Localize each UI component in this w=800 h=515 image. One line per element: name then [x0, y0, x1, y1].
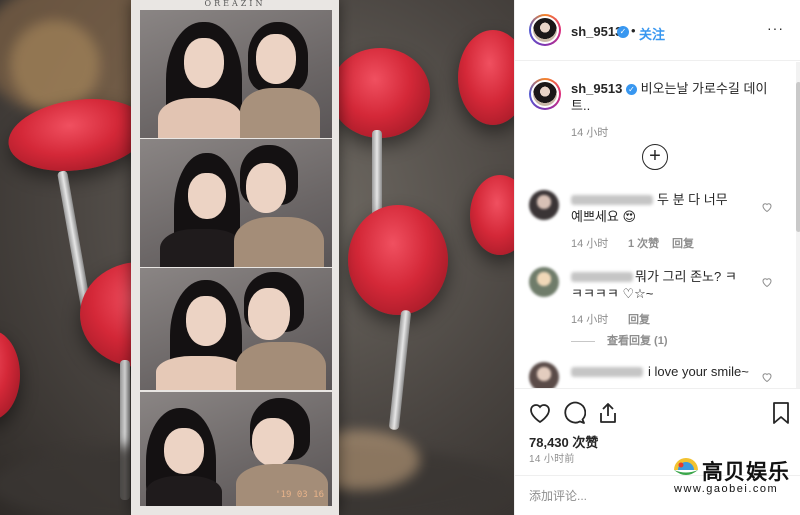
bookmark-icon[interactable] [769, 401, 793, 425]
author-avatar[interactable] [529, 14, 561, 46]
person-face [164, 428, 204, 474]
red-stool-far-right-bottom [470, 175, 514, 255]
caption-time[interactable]: 14 小时 [571, 124, 608, 140]
post-timestamp[interactable]: 14 小时前 [529, 450, 575, 465]
comments-list[interactable]: sh_9513 ✓ 비오는날 가로수길 데이트.. 14 小时 + 두 분 다 … [515, 62, 795, 388]
strip-bottom-edge [140, 506, 332, 515]
comments-scrollbar[interactable] [796, 62, 800, 388]
red-stool-right-mid [348, 205, 448, 315]
comment-like-heart-icon[interactable] [761, 201, 773, 213]
view-replies-button[interactable]: 查看回复 (1) [571, 332, 668, 348]
person-body [160, 229, 244, 267]
comment-like-heart-icon[interactable] [761, 276, 773, 288]
share-icon[interactable] [596, 401, 620, 425]
person-face [186, 296, 226, 346]
avatar-image [533, 82, 557, 106]
separator-dot: • [631, 23, 636, 38]
person-face [184, 38, 224, 88]
reply-button[interactable]: 回复 [672, 235, 694, 251]
person-body [146, 476, 222, 506]
comment-like-heart-icon[interactable] [761, 371, 773, 383]
author-username[interactable]: sh_9513 [571, 24, 622, 39]
person-body [234, 217, 324, 267]
reply-button[interactable]: 回复 [628, 311, 650, 327]
caption-username[interactable]: sh_9513 [571, 81, 622, 96]
comment-likes[interactable]: 1 次赞 [628, 235, 659, 251]
person-face [256, 34, 296, 84]
person-face [248, 288, 290, 340]
comment-username-redacted[interactable] [571, 367, 643, 377]
comment-time[interactable]: 14 小时 [571, 311, 608, 327]
caption: sh_9513 ✓ 비오는날 가로수길 데이트.. [571, 80, 771, 114]
person-face [246, 163, 286, 213]
comment-time[interactable]: 14 小时 [571, 235, 608, 251]
verified-badge-icon: ✓ [617, 26, 629, 38]
person-body [158, 98, 242, 138]
post-photo[interactable]: OREAZIN '19 03 16 [0, 0, 514, 515]
red-stool-right-top [330, 48, 430, 138]
stool-leg [388, 309, 412, 431]
person-body [156, 356, 244, 390]
background-glass [10, 20, 100, 110]
comment-avatar[interactable] [529, 267, 559, 297]
person-face [252, 418, 294, 466]
comment-text: 뭐가 그리 존노? ㅋㅋㅋㅋㅋ ♡☆~ [571, 269, 737, 301]
comment-avatar[interactable] [529, 362, 559, 388]
site-watermark: 高贝娱乐 www.gaobei.com [672, 456, 790, 502]
person-body [240, 88, 320, 138]
heart-icon[interactable] [528, 401, 552, 425]
red-stool-far-right [458, 30, 514, 125]
load-more-comments-button[interactable]: + [642, 144, 668, 170]
likes-count[interactable]: 78,430 次赞 [529, 432, 598, 451]
more-options-icon[interactable]: ··· [767, 20, 784, 36]
watermark-logo-icon [674, 458, 698, 475]
strip-frame-4: '19 03 16 [140, 392, 332, 506]
avatar-image [533, 18, 557, 42]
person-body [236, 342, 326, 390]
post-header: sh_9513 ✓ • 关注 ··· [515, 0, 800, 61]
watermark-title: 高贝娱乐 [702, 459, 790, 484]
photo-timestamp: '19 03 16 [275, 490, 324, 500]
comment-text: i love your smile~ [648, 364, 749, 379]
strip-brand: OREAZIN [204, 0, 266, 8]
scrollbar-thumb[interactable] [796, 82, 800, 232]
person-face [188, 173, 226, 219]
view-replies-label: 查看回复 (1) [607, 335, 668, 347]
strip-frame-2 [140, 139, 332, 267]
verified-badge-icon: ✓ [625, 84, 637, 95]
divider-line [571, 340, 595, 342]
follow-button[interactable]: 关注 [639, 24, 665, 43]
strip-frame-3 [140, 268, 332, 390]
photo-strip: OREAZIN '19 03 16 [131, 0, 339, 515]
comment-avatar[interactable] [529, 190, 559, 220]
caption-avatar[interactable] [529, 78, 561, 110]
comment-text: 두 분 다 너무 예쁘세요 😍 [571, 192, 728, 224]
post-sidebar: sh_9513 ✓ • 关注 ··· sh_9513 ✓ 비오는날 가로수길 데… [514, 0, 800, 515]
strip-frame-1 [140, 10, 332, 138]
watermark-url: www.gaobei.com [674, 483, 779, 495]
comment-icon[interactable] [562, 401, 586, 425]
red-stool-left-edge [0, 330, 20, 420]
